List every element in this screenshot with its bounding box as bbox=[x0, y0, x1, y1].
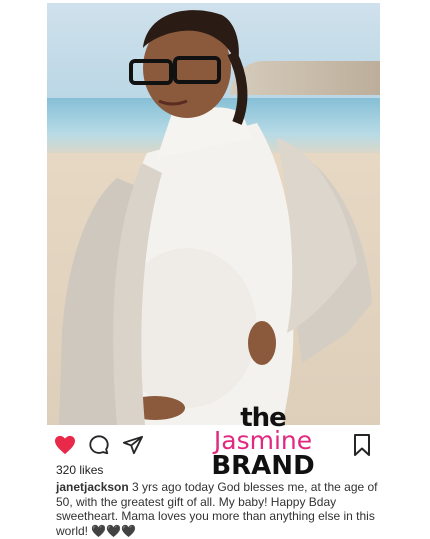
post-photo bbox=[47, 3, 380, 425]
watermark-brand: BRAND bbox=[211, 451, 315, 481]
post-actions bbox=[54, 434, 144, 456]
heart-icon[interactable] bbox=[54, 435, 76, 455]
watermark-logo: the Jasmine BRAND bbox=[198, 405, 328, 481]
comment-icon[interactable] bbox=[88, 434, 110, 456]
like-count[interactable]: 320 likes bbox=[56, 463, 103, 477]
caption-username[interactable]: janetjackson bbox=[56, 480, 129, 494]
share-icon[interactable] bbox=[122, 435, 144, 455]
photo-subject bbox=[59, 10, 372, 425]
bookmark-icon[interactable] bbox=[353, 434, 371, 461]
watermark-jasmine: Jasmine bbox=[213, 426, 313, 455]
post-caption: janetjackson 3 yrs ago today God blesses… bbox=[56, 480, 396, 538]
